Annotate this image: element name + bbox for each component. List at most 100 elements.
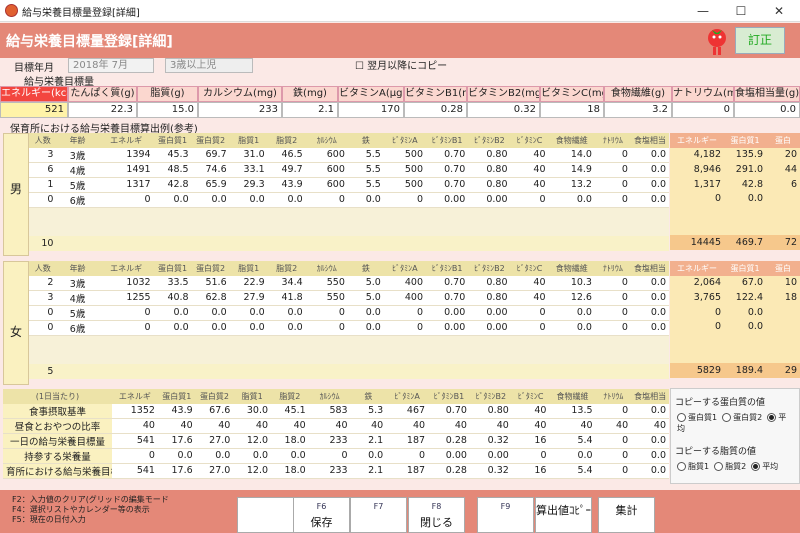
nutrient-value-field[interactable]: 233 <box>198 102 282 118</box>
nutrient-value-field[interactable]: 521 <box>0 102 68 118</box>
radio-icon[interactable] <box>677 413 686 422</box>
summary-row[interactable]: 食事摂取基準 1352 43.9 67.6 30.0 45.1 583 5.3 467 0.70 0… <box>3 403 669 419</box>
table-cell: 14.0 <box>548 147 595 163</box>
total-count: 5 <box>29 364 57 379</box>
table-cell: 69.7 <box>191 147 230 163</box>
function-key-button[interactable] <box>237 497 294 533</box>
function-key-button[interactable]: F6 保存 <box>293 497 350 533</box>
nutrient-header: 食物繊維(g) <box>604 86 672 102</box>
summary-cell[interactable]: 27.0 <box>195 433 234 449</box>
column-header: ﾅﾄﾘｳﾑ <box>594 261 631 276</box>
table-cell[interactable]: 1 <box>29 177 57 193</box>
radio-option[interactable]: 脂質2 <box>714 462 746 471</box>
nutrient-value-field[interactable]: 0 <box>672 102 734 118</box>
summary-cell: 0 <box>595 463 632 479</box>
table-cell: 40.8 <box>153 290 192 306</box>
summary-cell[interactable]: 27.0 <box>195 463 234 479</box>
summary-row[interactable]: 持参する栄養量 0 0.0 0.0 0.0 0.0 0 0.0 0 0.00 0.00 0 0.0 0 0.… <box>3 448 669 464</box>
right-row: 0 0.0 <box>670 191 800 206</box>
summary-row[interactable]: 育所における給与栄養目標 541 17.6 27.0 12.0 18.0 233 2.1 187… <box>3 463 669 479</box>
empty-cell <box>510 207 549 222</box>
radio-label: 脂質1 <box>688 462 710 471</box>
nutrient-value-field[interactable]: 22.3 <box>68 102 137 118</box>
column-header: 蛋白質1 <box>153 133 192 148</box>
table-cell[interactable]: 0 <box>29 320 57 336</box>
radio-icon[interactable] <box>677 462 686 471</box>
close-button[interactable]: ✕ <box>766 2 792 20</box>
summary-cell: 43.9 <box>157 403 196 419</box>
summary-cell[interactable]: 40 <box>195 418 234 434</box>
total-cell <box>229 236 268 251</box>
table-cell[interactable]: 0 <box>29 192 57 208</box>
radio-option[interactable]: 蛋白質2 <box>722 413 762 422</box>
table-cell[interactable]: 3 <box>29 147 57 163</box>
summary-header-label: (1日当たり) <box>3 389 112 404</box>
correct-button[interactable]: 訂正 <box>735 27 785 54</box>
table-cell: 0.0 <box>548 192 595 208</box>
summary-grid[interactable]: (1日当たり) エネルギ 蛋白質1 蛋白質2 脂質1 脂質2 ｶﾙｼｳﾑ鉄ﾋﾞﾀﾐﾝA ﾋﾞﾀ… <box>3 389 669 479</box>
table-cell: 0.00 <box>426 305 469 321</box>
function-key-button[interactable]: F7 <box>350 497 407 533</box>
table-cell: 0.0 <box>267 320 306 336</box>
radio-icon[interactable] <box>751 462 761 471</box>
nutrient-value-field[interactable]: 0.0 <box>734 102 800 118</box>
empty-cell <box>229 221 268 237</box>
table-cell: 3歳 <box>56 147 99 163</box>
nutrient-value-field[interactable]: 0.28 <box>404 102 467 118</box>
summary-cell: 18.0 <box>271 463 309 479</box>
table-cell: 40 <box>510 290 549 306</box>
function-key-button[interactable]: 集計 <box>598 497 655 533</box>
summary-row[interactable]: 昼食とおやつの比率 40 40 40 40 40 40 40 40 40 40 40 40 40 40 <box>3 418 669 434</box>
radio-option[interactable]: 蛋白質1 <box>677 413 717 422</box>
protein-copy-options[interactable]: 蛋白質1 蛋白質2 平均 <box>677 412 799 434</box>
summary-cell: 0 <box>595 403 632 419</box>
table-row[interactable]: 2 3歳 1032 33.5 51.6 22.9 34.4 550 5.0 400 0.70 0.80… <box>29 275 669 291</box>
table-row[interactable]: 3 3歳 1394 45.3 69.7 31.0 46.5 600 5.5 500 0.70 0.80… <box>29 147 669 163</box>
nutrient-value-field[interactable]: 0.32 <box>467 102 540 118</box>
age-group-select[interactable]: 3歳以上児 <box>165 58 253 73</box>
total-cell <box>426 236 469 251</box>
maximize-button[interactable]: ☐ <box>728 2 754 20</box>
radio-icon[interactable] <box>722 413 732 422</box>
column-header: 蛋白質1 <box>157 389 196 404</box>
male-grid[interactable]: 人数 年齢 エネルギ 蛋白質1 蛋白質2 脂質1 脂質2 ｶﾙｼｳﾑ鉄ﾋﾞﾀﾐﾝA ﾋﾞﾀﾐﾝB… <box>29 133 669 251</box>
nutrient-value-field[interactable]: 18 <box>540 102 604 118</box>
table-row[interactable]: 0 5歳 0 0.0 0.0 0.0 0.0 0 0.0 0 0.00 0.00 0 0.0 0 0.0 <box>29 305 669 321</box>
table-row[interactable]: 0 6歳 0 0.0 0.0 0.0 0.0 0 0.0 0 0.00 0.00 0 0.0 0 0.0 <box>29 192 669 208</box>
summary-cell: 40 <box>469 418 512 434</box>
empty-cell <box>29 349 57 365</box>
summary-row[interactable]: 一日の給与栄養目標量 541 17.6 27.0 12.0 18.0 233 2.1 187 0.… <box>3 433 669 449</box>
total-cell <box>383 236 427 251</box>
female-grid[interactable]: 人数 年齢 エネルギ 蛋白質1 蛋白質2 脂質1 脂質2 ｶﾙｼｳﾑ鉄ﾋﾞﾀﾐﾝA ﾋﾞﾀﾐﾝB… <box>29 261 669 379</box>
table-row[interactable]: 3 4歳 1255 40.8 62.8 27.9 41.8 550 5.0 400 0.70 0.80… <box>29 290 669 306</box>
column-header: 食塩相当 <box>630 133 669 148</box>
table-cell: 0 <box>510 305 549 321</box>
summary-cell[interactable]: 67.6 <box>195 403 234 419</box>
copy-next-month-checkbox[interactable]: ☐ 翌月以降にコピー <box>355 57 447 72</box>
table-row[interactable]: 6 4歳 1491 48.5 74.6 33.1 49.7 600 5.5 500 0.70 0.80… <box>29 162 669 178</box>
table-cell[interactable]: 2 <box>29 275 57 291</box>
radio-icon[interactable] <box>714 462 724 471</box>
nutrient-value-field[interactable]: 15.0 <box>137 102 198 118</box>
month-select[interactable]: 2018年 7月 <box>68 58 154 73</box>
summary-cell[interactable]: 0.0 <box>195 448 234 464</box>
table-row[interactable]: 0 6歳 0 0.0 0.0 0.0 0.0 0 0.0 0 0.00 0.00 0 0.0 0 0.0 <box>29 320 669 336</box>
fat-copy-options[interactable]: 脂質1 脂質2 平均 <box>677 461 799 472</box>
table-cell[interactable]: 0 <box>29 305 57 321</box>
function-key-button[interactable]: F8 閉じる <box>408 497 465 533</box>
table-cell: 0.0 <box>630 162 669 178</box>
radio-option[interactable]: 脂質1 <box>677 462 709 471</box>
table-cell: 0.0 <box>153 192 192 208</box>
table-row[interactable]: 1 5歳 1317 42.8 65.9 29.3 43.9 600 5.5 500 0.70 0.80… <box>29 177 669 193</box>
nutrient-value-field[interactable]: 3.2 <box>604 102 672 118</box>
table-cell[interactable]: 6 <box>29 162 57 178</box>
function-key-button[interactable]: 算出値ｺﾋﾟｰ <box>535 497 592 533</box>
nutrient-value-field[interactable]: 2.1 <box>282 102 338 118</box>
radio-icon[interactable] <box>767 413 777 422</box>
function-key-button[interactable]: F9 <box>477 497 534 533</box>
minimize-button[interactable]: — <box>690 2 716 20</box>
table-cell[interactable]: 3 <box>29 290 57 306</box>
radio-option[interactable]: 平均 <box>751 462 778 471</box>
column-header: 脂質1 <box>229 133 268 148</box>
nutrient-value-field[interactable]: 170 <box>338 102 404 118</box>
